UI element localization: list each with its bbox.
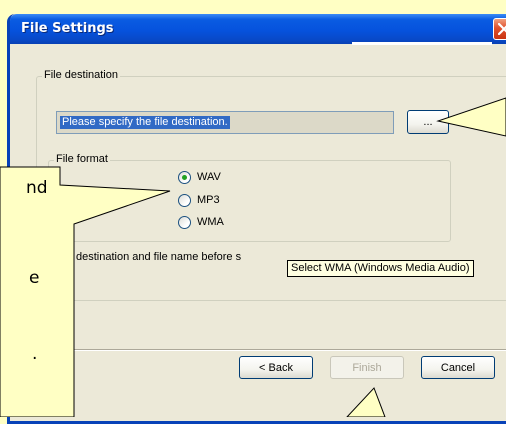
- callout-text-line-3: .: [32, 344, 38, 364]
- left-callout-bubble: [0, 166, 171, 417]
- callout-text-line-2: e: [29, 268, 40, 288]
- callout-text-line-1: nd: [26, 178, 48, 198]
- right-callout-bubble: [436, 97, 506, 137]
- callout-overlay: [0, 97, 506, 417]
- bottom-callout-pointer: [346, 387, 386, 417]
